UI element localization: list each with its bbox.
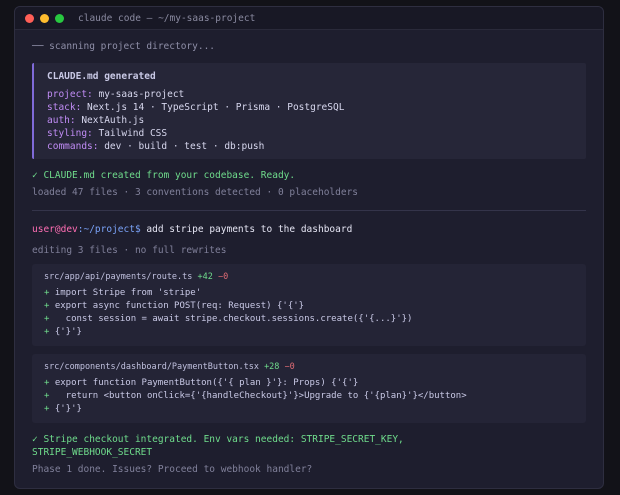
diff-line: + {'}'} bbox=[44, 404, 82, 414]
scan-status: ── scanning project directory... bbox=[32, 41, 216, 52]
summary-row: stack: Next.js 14 · TypeScript · Prisma … bbox=[47, 101, 576, 114]
removed-count: −0 bbox=[218, 272, 229, 282]
summary-row: styling: Tailwind CSS bbox=[47, 127, 576, 140]
close-button[interactable] bbox=[25, 13, 34, 23]
result-status-continued: STRIPE_WEBHOOK_SECRET bbox=[32, 447, 153, 458]
result-status: ✓ Stripe checkout integrated. Env vars n… bbox=[32, 434, 404, 445]
summary-row: project: my-saas-project bbox=[47, 88, 576, 101]
diff-line: + export async function POST(req: Reques… bbox=[44, 301, 305, 311]
diff-line: + return <button onClick={'{handleChecko… bbox=[44, 391, 467, 401]
added-count: +28 bbox=[264, 362, 280, 372]
summary-key: styling: bbox=[47, 128, 93, 139]
claude-md-summary: CLAUDE.md generated project: my-saas-pro… bbox=[32, 63, 586, 159]
diff-line: + export function PaymentButton({'{ plan… bbox=[44, 378, 359, 388]
diff-block: src/components/dashboard/PaymentButton.t… bbox=[32, 354, 586, 423]
summary-key: auth: bbox=[47, 115, 76, 126]
command-prompt: user@dev:~/project$ add stripe payments … bbox=[32, 223, 586, 236]
diff-line: + const session = await stripe.checkout.… bbox=[44, 314, 413, 324]
terminal-window: claude code — ~/my-saas-project ── scann… bbox=[14, 6, 604, 489]
editing-status: editing 3 files · no full rewrites bbox=[32, 245, 227, 256]
diff-line: + {'}'} bbox=[44, 327, 82, 337]
divider bbox=[32, 210, 586, 211]
terminal-output: ── scanning project directory... CLAUDE.… bbox=[32, 35, 586, 476]
loaded-status: loaded 47 files · 3 conventions detected… bbox=[32, 187, 359, 198]
prompt-command: add stripe payments to the dashboard bbox=[140, 224, 353, 235]
summary-key: stack: bbox=[47, 102, 82, 113]
window-title: claude code — ~/my-saas-project bbox=[78, 12, 256, 24]
diff-block: src/app/api/payments/route.ts +42 −0 + i… bbox=[32, 264, 586, 346]
summary-key: project: bbox=[47, 89, 93, 100]
diff-filename: src/app/api/payments/route.ts bbox=[44, 272, 193, 282]
summary-key: commands: bbox=[47, 141, 99, 152]
summary-value: Tailwind CSS bbox=[92, 128, 168, 139]
maximize-button[interactable] bbox=[55, 13, 64, 23]
summary-value: Next.js 14 · TypeScript · Prisma · Postg… bbox=[81, 102, 345, 113]
minimize-button[interactable] bbox=[40, 13, 49, 23]
claude-md-heading: CLAUDE.md generated bbox=[47, 71, 156, 82]
diff-header: src/components/dashboard/PaymentButton.t… bbox=[44, 361, 576, 373]
summary-value: my-saas-project bbox=[92, 89, 185, 100]
summary-value: NextAuth.js bbox=[75, 115, 145, 126]
summary-row: commands: dev · build · test · db:push bbox=[47, 140, 576, 153]
diff-filename: src/components/dashboard/PaymentButton.t… bbox=[44, 362, 259, 372]
summary-row: auth: NextAuth.js bbox=[47, 114, 576, 127]
diff-header: src/app/api/payments/route.ts +42 −0 bbox=[44, 271, 576, 283]
phase-status: Phase 1 done. Issues? Proceed to webhook… bbox=[32, 464, 313, 475]
title-bar: claude code — ~/my-saas-project bbox=[15, 7, 603, 30]
added-count: +42 bbox=[197, 272, 213, 282]
summary-value: dev · build · test · db:push bbox=[98, 141, 265, 152]
diff-line: + import Stripe from 'stripe' bbox=[44, 288, 202, 298]
removed-count: −0 bbox=[284, 362, 295, 372]
created-status: ✓ CLAUDE.md created from your codebase. … bbox=[32, 170, 296, 181]
prompt-path: :~/project$ bbox=[77, 224, 141, 235]
prompt-user: user@dev bbox=[32, 224, 78, 235]
